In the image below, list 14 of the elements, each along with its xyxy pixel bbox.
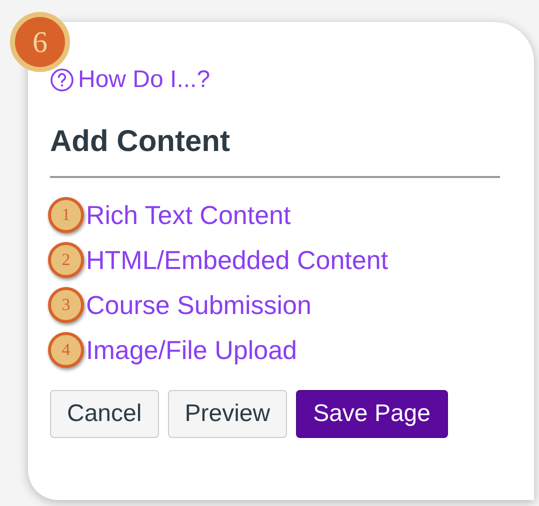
save-button[interactable]: Save Page xyxy=(296,390,448,438)
help-icon xyxy=(50,68,74,92)
content-option-link[interactable]: Image/File Upload xyxy=(86,332,297,366)
content-option-link[interactable]: HTML/Embedded Content xyxy=(86,242,388,276)
step-number-badge: 2 xyxy=(48,242,84,278)
step-number-badge: 3 xyxy=(48,286,84,322)
secondary-button[interactable]: Cancel xyxy=(50,390,159,438)
step-number-badge: 4 xyxy=(48,332,84,368)
section-heading: Add Content xyxy=(50,124,230,160)
step-number-badge: 6 xyxy=(10,12,70,72)
step-number-badge: 1 xyxy=(48,196,84,232)
secondary-button[interactable]: Preview xyxy=(168,390,288,438)
content-option-link[interactable]: Rich Text Content xyxy=(86,198,291,232)
content-option-link[interactable]: Course Submission xyxy=(86,288,312,322)
